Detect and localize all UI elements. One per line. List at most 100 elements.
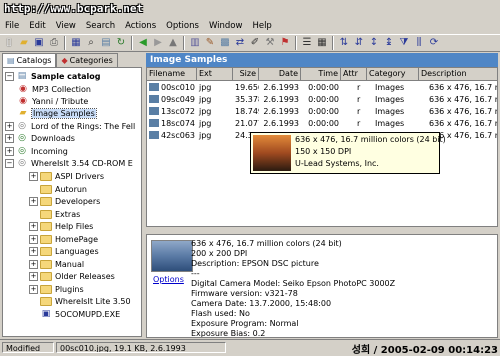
column-header-size[interactable]: Size (233, 68, 259, 81)
move-icon[interactable]: ⇄ (233, 36, 247, 50)
tree-item[interactable]: + ◎ Incoming (5, 145, 68, 157)
new-icon[interactable]: ▯ (2, 36, 16, 50)
tree-item[interactable]: + Older Releases (29, 270, 115, 282)
tree-item-label: ASPI Drivers (55, 171, 105, 181)
column-header-description[interactable]: Description (419, 68, 497, 81)
tree-item[interactable]: Extras (40, 208, 80, 220)
column-header-category[interactable]: Category (367, 68, 419, 81)
expand-icon[interactable]: + (29, 259, 38, 269)
tree-item[interactable]: ◉ MP3 Collection (17, 83, 91, 95)
open-folder-icon[interactable]: ▰ (17, 36, 31, 50)
column-header-date[interactable]: Date (259, 68, 301, 81)
tab-categories[interactable]: ◆ Categories (56, 53, 118, 67)
tree-item[interactable]: + HomePage (29, 233, 98, 245)
tree-item[interactable]: + ◎ Lord of the Rings: The Fell (5, 120, 135, 132)
tree-item[interactable]: WhereIsIt Lite 3.50 (40, 295, 131, 307)
up-icon[interactable]: ▲ (166, 36, 180, 50)
cell-category: Images (375, 107, 405, 116)
thumbnail-icon[interactable]: ▩ (218, 36, 232, 50)
expand-icon[interactable]: + (29, 234, 38, 244)
table-row[interactable]: 00sc010 jpg 19.656 2.6.1993 0:00:00 r Im… (147, 82, 497, 94)
list-view-icon[interactable]: ☰ (300, 36, 314, 50)
catalog-tree[interactable]: − ▤ Sample catalog ◉ MP3 Collection ◉ Ya… (2, 67, 142, 337)
tree-item[interactable]: ▣ 5OCOMUPD.EXE (40, 308, 120, 320)
table-row[interactable]: 09sc049 jpg 35.378 2.6.1993 0:00:00 r Im… (147, 94, 497, 106)
menu-help[interactable]: Help (247, 21, 276, 31)
tree-item[interactable]: + Languages (29, 245, 99, 257)
save-icon[interactable]: ▣ (32, 36, 46, 50)
sort-size-icon[interactable]: ↨ (382, 36, 396, 50)
tools-icon[interactable]: ⚒ (263, 36, 277, 50)
cell-attr: r (357, 107, 361, 116)
catalog-icon[interactable]: ▤ (99, 36, 113, 50)
find-icon[interactable]: ⌕ (84, 36, 98, 50)
update-icon[interactable]: ↻ (114, 36, 128, 50)
tab-catalogs[interactable]: ▤ Catalogs (2, 53, 57, 67)
menu-view[interactable]: View (51, 21, 81, 31)
menu-edit[interactable]: Edit (24, 21, 50, 31)
expand-icon[interactable]: + (29, 271, 38, 281)
collapse-icon[interactable]: − (5, 71, 14, 81)
print-icon[interactable]: ⎙ (47, 36, 61, 50)
sort-name-icon[interactable]: ↕ (367, 36, 381, 50)
cell-attr: r (357, 95, 361, 104)
tree-item[interactable]: Autorun (40, 183, 87, 195)
tooltip-line: 150 x 150 DPI (295, 147, 352, 156)
tree-item[interactable]: ◉ Yanni / Tribute (17, 95, 88, 107)
tree-item[interactable]: + ASPI Drivers (29, 170, 104, 182)
expand-icon[interactable]: + (29, 221, 38, 231)
tree-item-label: Older Releases (55, 271, 115, 281)
column-header-filename[interactable]: Filename (147, 68, 197, 81)
tree-item[interactable]: + Developers (29, 195, 100, 207)
forward-icon[interactable]: ▶ (151, 36, 165, 50)
options-link[interactable]: Options (153, 275, 184, 284)
column-header-attr[interactable]: Attr (341, 68, 367, 81)
expand-icon[interactable]: + (5, 146, 14, 156)
flag-icon[interactable]: ⚑ (278, 36, 292, 50)
tree-item-selected[interactable]: ▰ Image Samples (17, 107, 97, 119)
cell-ext: jpg (199, 83, 212, 92)
cell-category: Images (375, 119, 405, 128)
sort-asc-icon[interactable]: ⇅ (337, 36, 351, 50)
status-mode: Modified (2, 342, 54, 353)
tree-item[interactable]: + Plugins (29, 283, 84, 295)
sort-desc-icon[interactable]: ⇵ (352, 36, 366, 50)
disc-icon: ◎ (18, 121, 26, 131)
menu-actions[interactable]: Actions (120, 21, 161, 31)
tree-item-label: Autorun (55, 184, 88, 194)
expand-icon[interactable]: + (5, 133, 14, 143)
column-header-ext[interactable]: Ext (197, 68, 233, 81)
collapse-icon[interactable]: − (5, 158, 14, 168)
gallery-title-bar: Image Samples (146, 53, 498, 67)
expand-icon[interactable]: + (5, 121, 14, 131)
menu-options[interactable]: Options (161, 21, 204, 31)
filter-icon[interactable]: ⧩ (397, 36, 411, 50)
expand-icon[interactable]: + (29, 196, 38, 206)
back-icon[interactable]: ◀ (136, 36, 150, 50)
details-view-icon[interactable]: ▦ (315, 36, 329, 50)
expand-icon[interactable]: + (29, 284, 38, 294)
expand-icon[interactable]: + (29, 171, 38, 181)
scan-disk-icon[interactable]: ▦ (69, 36, 83, 50)
menu-window[interactable]: Window (204, 21, 248, 31)
table-row[interactable]: 18sc074 jpg 21.077 2.6.1993 0:00:00 r Im… (147, 118, 497, 130)
tree-item[interactable]: + Manual (29, 258, 84, 270)
columns-icon[interactable]: ⫼ (412, 36, 426, 50)
tree-item-label: Incoming (31, 146, 68, 156)
description-icon[interactable]: ✎ (203, 36, 217, 50)
column-header-time[interactable]: Time (301, 68, 341, 81)
tree-item[interactable]: + ◎ Downloads (5, 132, 75, 144)
edit-icon[interactable]: ✐ (248, 36, 262, 50)
detail-line: Exposure Bias: 0.2 (191, 329, 266, 338)
expand-icon[interactable]: + (29, 246, 38, 256)
table-row[interactable]: 13sc072 jpg 18.749 2.6.1993 0:00:00 r Im… (147, 106, 497, 118)
menu-file[interactable]: File (0, 21, 24, 31)
menu-search[interactable]: Search (81, 21, 120, 31)
tree-root[interactable]: − ▤ Sample catalog (5, 70, 101, 82)
properties-icon[interactable]: ▥ (188, 36, 202, 50)
pane-splitter[interactable] (146, 228, 498, 233)
refresh-icon[interactable]: ⟳ (427, 36, 441, 50)
tree-item[interactable]: − ◎ WhereIsIt 3.54 CD-ROM E (5, 157, 133, 169)
tree-item[interactable]: + Help Files (29, 220, 93, 232)
tree-item-label: Manual (55, 259, 85, 269)
